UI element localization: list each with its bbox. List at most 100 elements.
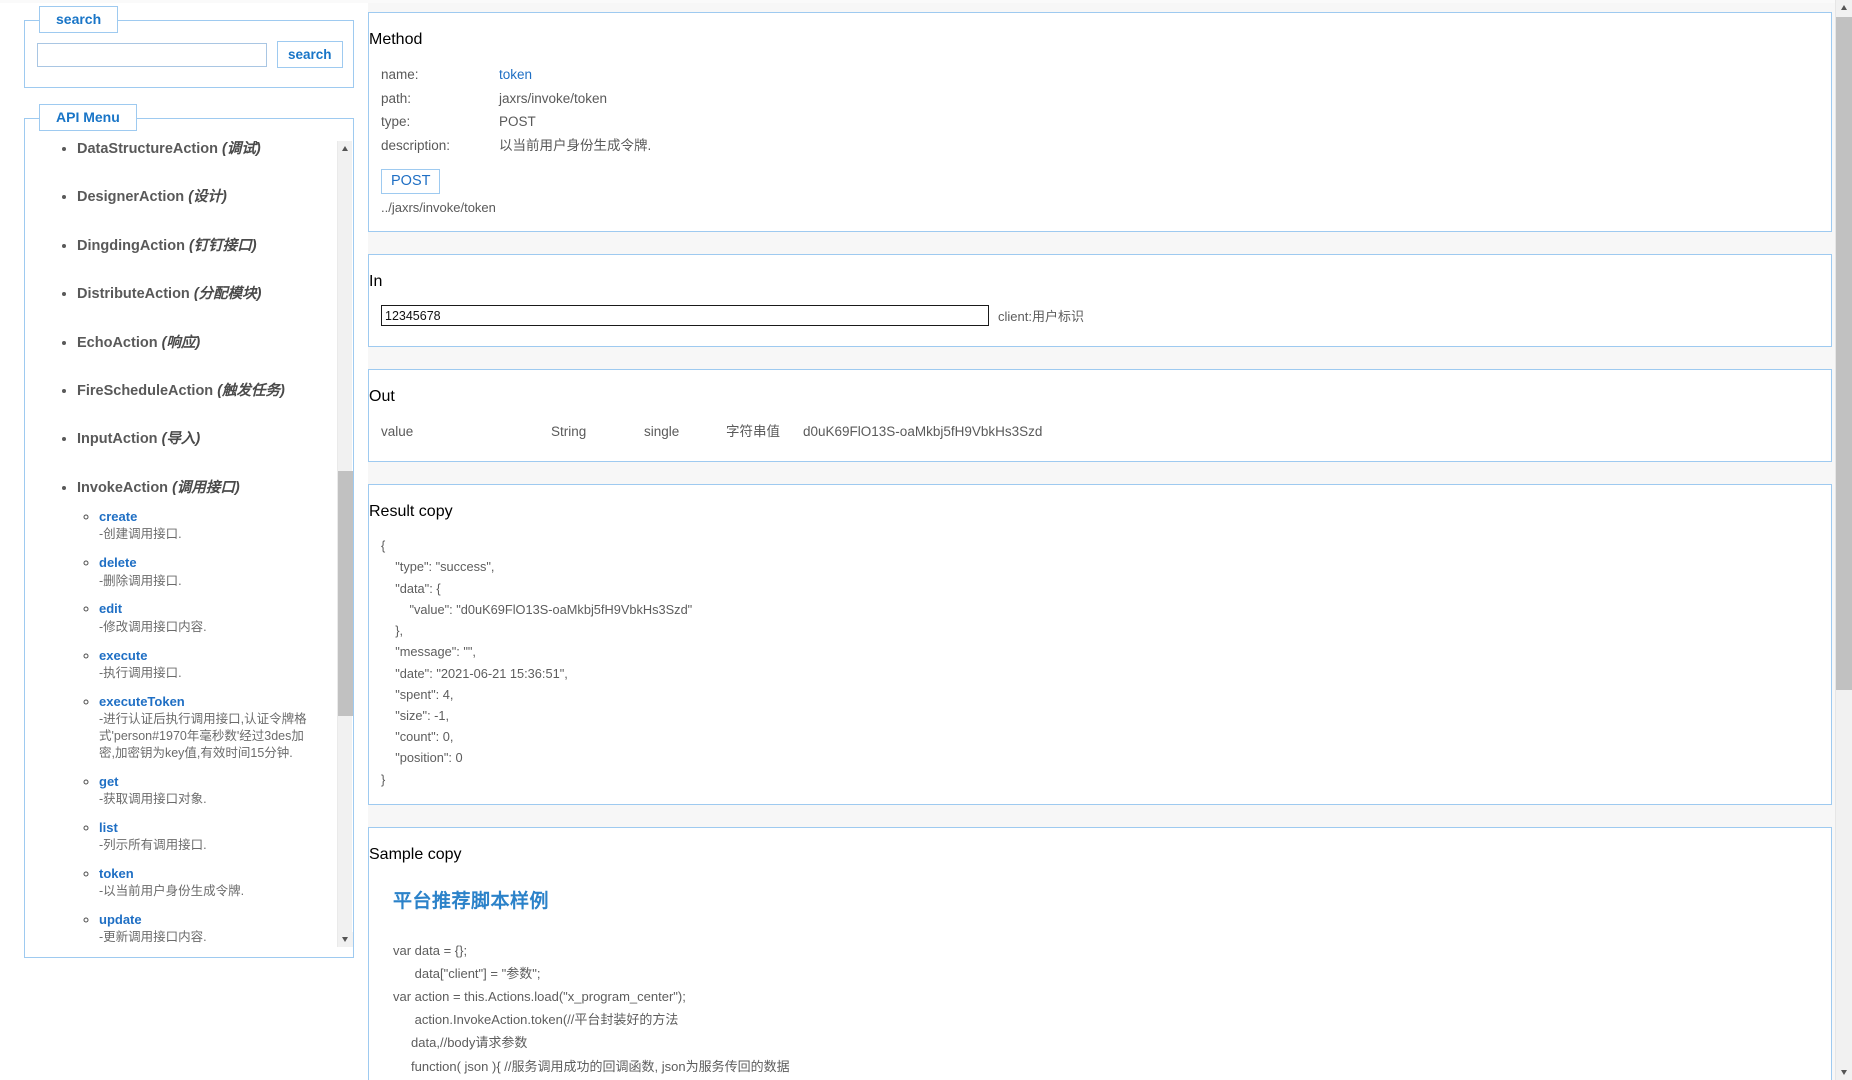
page-scroll-up-arrow-icon[interactable] [1836,0,1852,15]
api-action-item[interactable]: InvokeAction (调用接口) create -创建调用接口. delete -… [77,480,311,946]
method-meta-key: type: [381,114,411,130]
in-panel-legend: In [369,273,383,291]
api-method-name[interactable]: create [99,509,137,524]
api-method-item[interactable]: token -以当前用户身份生成令牌. [99,866,311,900]
api-method-item[interactable]: executeToken -进行认证后执行调用接口,认证令牌格式'person#1… [99,694,311,762]
api-method-description: -修改调用接口内容. [99,619,207,634]
api-action-name: FireScheduleAction [77,382,214,399]
api-method-item[interactable]: edit -修改调用接口内容. [99,601,311,635]
api-action-item[interactable]: DistributeAction (分配模块) [77,286,311,303]
api-action-name-cn: (钉钉接口) [188,237,257,254]
api-action-item[interactable]: InputAction (导入) [77,431,311,448]
api-method-description: -创建调用接口. [99,527,182,542]
api-action-item[interactable]: EchoAction (响应) [77,335,311,352]
method-meta-row: description: 以当前用户身份生成令牌. [381,134,651,158]
api-action-item[interactable]: DesignerAction (设计) [77,189,311,206]
method-panel: Method name: token path: jaxrs/invoke/token… [368,12,1832,233]
api-method-item[interactable]: list -列示所有调用接口. [99,820,311,854]
main-content: Method name: token path: jaxrs/invoke/token… [368,0,1852,1080]
api-method-name[interactable]: delete [99,555,137,570]
api-action-name-cn: (调用接口) [172,479,240,496]
scroll-up-arrow-icon[interactable] [338,141,352,156]
result-copy-legend[interactable]: Result copy [369,503,1831,521]
search-input[interactable] [37,42,267,67]
out-value-cell: d0uK69FlO13S-oaMkbj5fH9VbkHs3Szd [803,424,1043,440]
app-root: search search API Menu DataStructureActi… [0,0,1852,1080]
result-json: { "type": "success", "data": { "value": … [381,538,693,787]
api-method-name[interactable]: list [99,820,118,835]
method-meta-row: path: jaxrs/invoke/token [381,87,651,111]
api-action-name-cn: (响应) [161,334,201,351]
method-meta-row: name: token [381,63,651,87]
api-action-name: DingdingAction [77,237,185,254]
sample-body: 平台推荐脚本样例 var data = {}; data["client"] =… [393,886,1831,1080]
http-verb-badge[interactable]: POST [381,169,441,195]
search-button[interactable]: search [277,41,343,68]
api-method-description: -删除调用接口. [99,573,182,588]
page-scrollbar[interactable] [1835,0,1852,1080]
sample-code: var data = {}; data["client"] = "参数"; va… [393,942,790,1074]
method-meta-key: name: [381,67,419,82]
api-method-item[interactable]: get -获取调用接口对象. [99,774,311,808]
api-menu-legend: API Menu [39,104,137,131]
api-menu-scroll-area: DataStructureAction (调试) DesignerAction (… [25,141,353,947]
method-meta-key: path: [381,90,412,106]
api-action-name-cn: (分配模块) [193,286,262,303]
method-meta-key: description: [381,137,451,153]
search-panel-legend: search [39,6,119,33]
method-meta-table: name: token path: jaxrs/invoke/token type: PO… [381,63,651,157]
api-action-name: InvokeAction [77,479,169,496]
left-sidebar: search search API Menu DataStructureActi… [0,0,368,1080]
api-method-item[interactable]: update -更新调用接口内容. [99,912,311,946]
main-content-inner: Method name: token path: jaxrs/invoke/token… [368,0,1832,1080]
method-meta-value: POST [499,114,536,130]
out-panel: Out value String single 字符串值 d0uK69FlO13S-oa… [368,369,1832,463]
in-panel: In client:用户标识 [368,254,1832,348]
api-action-list: DataStructureAction (调试) DesignerAction (… [41,141,311,946]
method-meta-value[interactable]: token [499,63,651,87]
sample-panel: Sample copy 平台推荐脚本样例 var data = {}; data… [368,826,1832,1080]
api-method-description: -执行调用接口. [99,665,182,680]
api-menu-panel: API Menu DataStructureAction (调试) Designe… [24,104,354,958]
api-action-item[interactable]: FireScheduleAction (触发任务) [77,383,311,400]
page-scrollbar-thumb[interactable] [1836,17,1852,690]
api-method-name[interactable]: get [99,774,119,789]
out-panel-legend: Out [369,388,395,406]
sample-copy-legend[interactable]: Sample copy [369,846,1831,864]
api-action-name-cn: (导入) [161,431,201,448]
api-method-name[interactable]: executeToken [99,694,185,709]
api-method-list: create -创建调用接口. delete -删除调用接口. edit -修改调用接口内… [77,509,311,946]
scrollbar-thumb[interactable] [338,471,353,716]
sample-title: 平台推荐脚本样例 [393,890,550,912]
method-meta-value: jaxrs/invoke/token [499,90,608,106]
result-panel: Result copy { "type": "success", "data":… [368,484,1832,805]
api-method-item[interactable]: create -创建调用接口. [99,509,311,543]
window-top-strip [0,0,1852,3]
client-parameter-label: client:用户标识 [998,309,1084,325]
api-method-description: -获取调用接口对象. [99,791,207,806]
scroll-down-arrow-icon[interactable] [338,932,353,947]
api-method-name[interactable]: update [99,912,142,927]
api-method-item[interactable]: execute -执行调用接口. [99,648,311,682]
method-url: ../jaxrs/invoke/token [381,200,496,216]
api-action-name-cn: (设计) [188,189,227,206]
method-meta-row: type: POST [381,110,651,134]
api-method-name[interactable]: execute [99,648,147,663]
method-panel-legend: Method [369,31,423,48]
api-method-description: -进行认证后执行调用接口,认证令牌格式'person#1970年毫秒数'经过3d… [99,711,307,760]
api-method-name[interactable]: edit [99,601,122,616]
out-result-table: value String single 字符串值 d0uK69FlO13S-oaMkbj… [381,420,1819,445]
client-parameter-input[interactable] [381,305,989,327]
api-action-name-cn: (触发任务) [217,382,285,399]
api-method-name[interactable]: token [99,866,134,881]
api-menu-scrollbar[interactable] [337,141,353,947]
method-meta-value: 以当前用户身份生成令牌. [499,137,652,153]
out-name-cell: value [381,424,414,440]
api-action-item[interactable]: DataStructureAction (调试) [77,141,311,158]
search-panel: search search [24,6,354,88]
api-action-item[interactable]: DingdingAction (钉钉接口) [77,238,311,255]
out-label-cell: 字符串值 [726,424,780,440]
api-method-description: -列示所有调用接口. [99,837,207,852]
api-method-item[interactable]: delete -删除调用接口. [99,555,311,589]
page-scroll-down-arrow-icon[interactable] [1836,1065,1852,1080]
